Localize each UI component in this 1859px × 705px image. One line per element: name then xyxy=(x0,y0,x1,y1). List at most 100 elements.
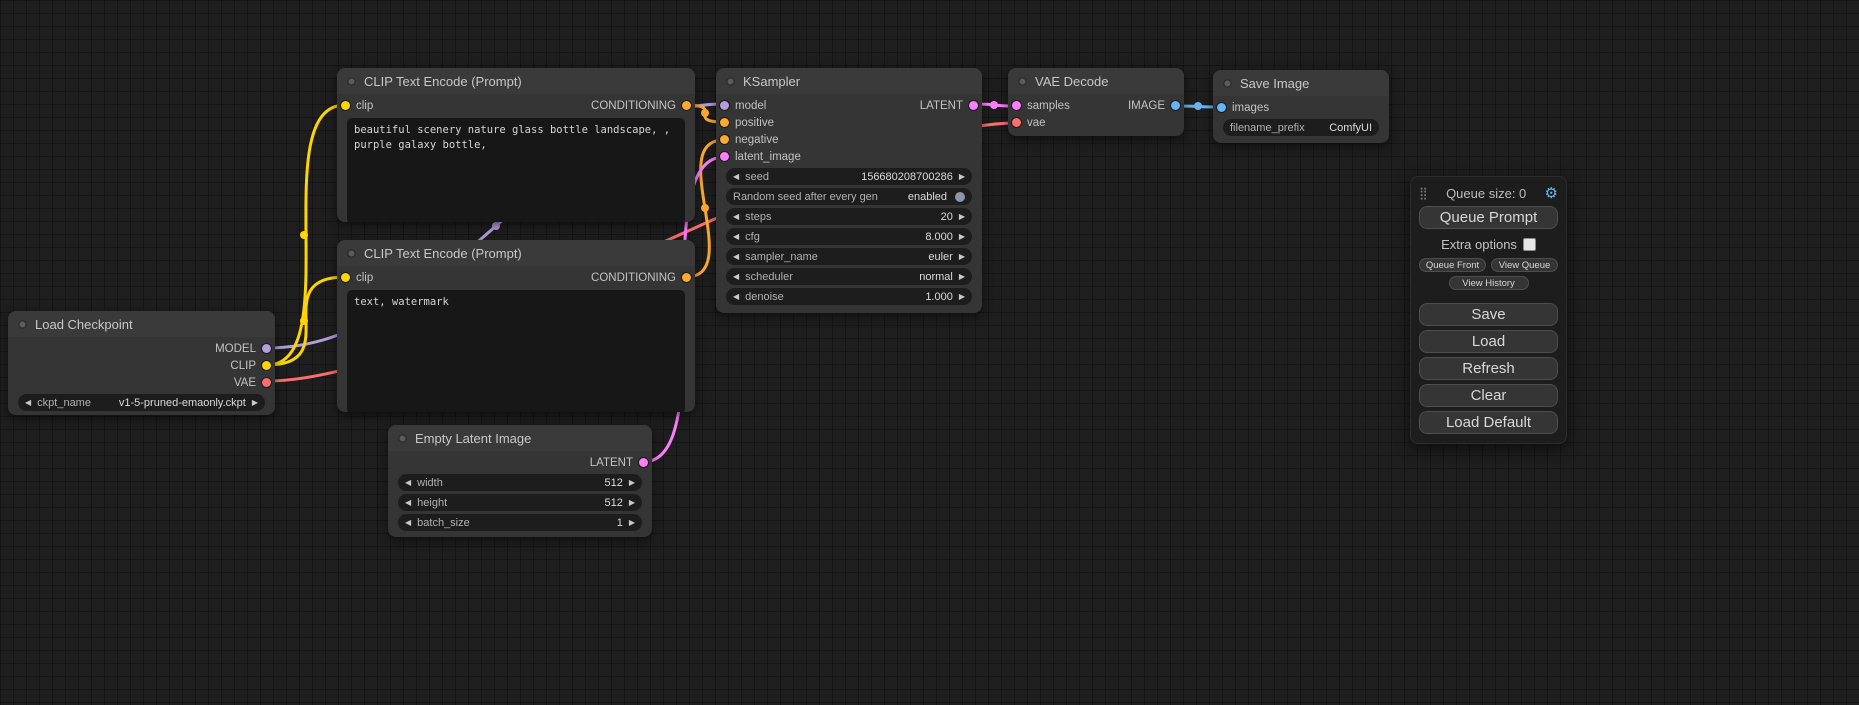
output-dot-vae[interactable] xyxy=(262,378,271,387)
queue-front-button[interactable]: Queue Front xyxy=(1419,258,1486,272)
output-dot-latent[interactable] xyxy=(639,458,648,467)
widget-steps[interactable]: ◀ steps 20 ▶ xyxy=(726,208,972,225)
extra-options-row: Extra options xyxy=(1419,237,1558,252)
widget-name: width xyxy=(417,477,443,489)
collapse-dot-icon[interactable] xyxy=(347,77,356,86)
input-dot-clip[interactable] xyxy=(341,273,350,282)
view-queue-button[interactable]: View Queue xyxy=(1491,258,1558,272)
slot-label: clip xyxy=(356,272,373,284)
output-dot-clip[interactable] xyxy=(262,361,271,370)
decrement-icon[interactable]: ◀ xyxy=(733,173,739,181)
input-dot-model[interactable] xyxy=(720,101,729,110)
node-header[interactable]: Load Checkpoint xyxy=(8,311,275,337)
increment-icon[interactable]: ▶ xyxy=(959,173,965,181)
extra-options-checkbox[interactable] xyxy=(1523,238,1536,251)
load-default-button[interactable]: Load Default xyxy=(1419,411,1558,434)
input-dot-latent-image[interactable] xyxy=(720,152,729,161)
decrement-icon[interactable]: ◀ xyxy=(405,519,411,527)
increment-icon[interactable]: ▶ xyxy=(959,273,965,281)
node-header[interactable]: CLIP Text Encode (Prompt) xyxy=(337,240,695,266)
collapse-dot-icon[interactable] xyxy=(726,77,735,86)
node-clip-text-encode-positive[interactable]: CLIP Text Encode (Prompt) clip CONDITION… xyxy=(337,68,695,222)
widget-cfg[interactable]: ◀ cfg 8.000 ▶ xyxy=(726,228,972,245)
node-title: Empty Latent Image xyxy=(415,431,531,446)
widget-sampler-name[interactable]: ◀ sampler_name euler ▶ xyxy=(726,248,972,265)
widget-scheduler[interactable]: ◀ scheduler normal ▶ xyxy=(726,268,972,285)
increment-icon[interactable]: ▶ xyxy=(629,479,635,487)
decrement-icon[interactable]: ◀ xyxy=(25,399,31,407)
queue-prompt-button[interactable]: Queue Prompt xyxy=(1419,206,1558,229)
toggle-knob[interactable] xyxy=(955,192,965,202)
widget-batch-size[interactable]: ◀ batch_size 1 ▶ xyxy=(398,514,642,531)
decrement-icon[interactable]: ◀ xyxy=(733,213,739,221)
input-dot-negative[interactable] xyxy=(720,135,729,144)
widget-ckpt-name[interactable]: ◀ ckpt_name v1-5-pruned-emaonly.ckpt ▶ xyxy=(18,394,265,411)
output-dot-image[interactable] xyxy=(1171,101,1180,110)
node-header[interactable]: VAE Decode xyxy=(1008,68,1184,94)
node-clip-text-encode-negative[interactable]: CLIP Text Encode (Prompt) clip CONDITION… xyxy=(337,240,695,412)
output-dot-conditioning[interactable] xyxy=(682,101,691,110)
increment-icon[interactable]: ▶ xyxy=(629,519,635,527)
widget-denoise[interactable]: ◀ denoise 1.000 ▶ xyxy=(726,288,972,305)
input-dot-images[interactable] xyxy=(1217,103,1226,112)
node-header[interactable]: KSampler xyxy=(716,68,982,94)
drag-handle-icon[interactable]: ⣿ xyxy=(1419,187,1428,199)
node-ksampler[interactable]: KSampler model LATENT positive negative … xyxy=(716,68,982,313)
decrement-icon[interactable]: ◀ xyxy=(405,479,411,487)
widget-name: Random seed after every gen xyxy=(733,191,878,203)
increment-icon[interactable]: ▶ xyxy=(959,253,965,261)
node-save-image[interactable]: Save Image images filename_prefix ComfyU… xyxy=(1213,70,1389,143)
widget-random-seed-toggle[interactable]: Random seed after every gen enabled xyxy=(726,188,972,205)
input-dot-positive[interactable] xyxy=(720,118,729,127)
output-dot-model[interactable] xyxy=(262,344,271,353)
collapse-dot-icon[interactable] xyxy=(398,434,407,443)
widget-value: ComfyUI xyxy=(1311,122,1372,134)
slot-row-clip-conditioning: clip CONDITIONING xyxy=(337,269,695,286)
widget-width[interactable]: ◀ width 512 ▶ xyxy=(398,474,642,491)
increment-icon[interactable]: ▶ xyxy=(959,233,965,241)
collapse-dot-icon[interactable] xyxy=(347,249,356,258)
widget-filename-prefix[interactable]: filename_prefix ComfyUI xyxy=(1223,119,1379,136)
input-dot-vae[interactable] xyxy=(1012,118,1021,127)
node-header[interactable]: Empty Latent Image xyxy=(388,425,652,451)
output-dot-latent[interactable] xyxy=(969,101,978,110)
output-slot-clip: CLIP xyxy=(8,357,275,374)
link-midpoint-dot xyxy=(1194,102,1202,110)
collapse-dot-icon[interactable] xyxy=(1223,79,1232,88)
increment-icon[interactable]: ▶ xyxy=(252,399,258,407)
prompt-textarea[interactable]: beautiful scenery nature glass bottle la… xyxy=(347,118,685,222)
load-button[interactable]: Load xyxy=(1419,330,1558,353)
slot-label: CONDITIONING xyxy=(591,272,676,284)
node-header[interactable]: CLIP Text Encode (Prompt) xyxy=(337,68,695,94)
decrement-icon[interactable]: ◀ xyxy=(733,233,739,241)
decrement-icon[interactable]: ◀ xyxy=(733,273,739,281)
input-slot-images: images xyxy=(1213,99,1389,116)
slot-row-samples-image: samples IMAGE xyxy=(1008,97,1184,114)
widget-seed[interactable]: ◀ seed 156680208700286 ▶ xyxy=(726,168,972,185)
settings-gear-icon[interactable]: ⚙ xyxy=(1545,186,1558,201)
decrement-icon[interactable]: ◀ xyxy=(733,293,739,301)
view-history-button[interactable]: View History xyxy=(1449,276,1529,290)
increment-icon[interactable]: ▶ xyxy=(959,293,965,301)
collapse-dot-icon[interactable] xyxy=(18,320,27,329)
node-header[interactable]: Save Image xyxy=(1213,70,1389,96)
decrement-icon[interactable]: ◀ xyxy=(405,499,411,507)
increment-icon[interactable]: ▶ xyxy=(629,499,635,507)
prompt-textarea[interactable]: text, watermark xyxy=(347,290,685,412)
node-load-checkpoint[interactable]: Load Checkpoint MODEL CLIP VAE ◀ ckpt_na… xyxy=(8,311,275,415)
widget-height[interactable]: ◀ height 512 ▶ xyxy=(398,494,642,511)
node-vae-decode[interactable]: VAE Decode samples IMAGE vae xyxy=(1008,68,1184,136)
decrement-icon[interactable]: ◀ xyxy=(733,253,739,261)
increment-icon[interactable]: ▶ xyxy=(959,213,965,221)
widget-value: v1-5-pruned-emaonly.ckpt xyxy=(97,397,246,409)
collapse-dot-icon[interactable] xyxy=(1018,77,1027,86)
refresh-button[interactable]: Refresh xyxy=(1419,357,1558,380)
output-slot-latent: LATENT xyxy=(388,454,652,471)
node-empty-latent-image[interactable]: Empty Latent Image LATENT ◀ width 512 ▶ … xyxy=(388,425,652,537)
output-dot-conditioning[interactable] xyxy=(682,273,691,282)
input-dot-clip[interactable] xyxy=(341,101,350,110)
clear-button[interactable]: Clear xyxy=(1419,384,1558,407)
save-button[interactable]: Save xyxy=(1419,303,1558,326)
input-dot-samples[interactable] xyxy=(1012,101,1021,110)
node-graph-canvas[interactable]: Load Checkpoint MODEL CLIP VAE ◀ ckpt_na… xyxy=(0,0,1859,705)
